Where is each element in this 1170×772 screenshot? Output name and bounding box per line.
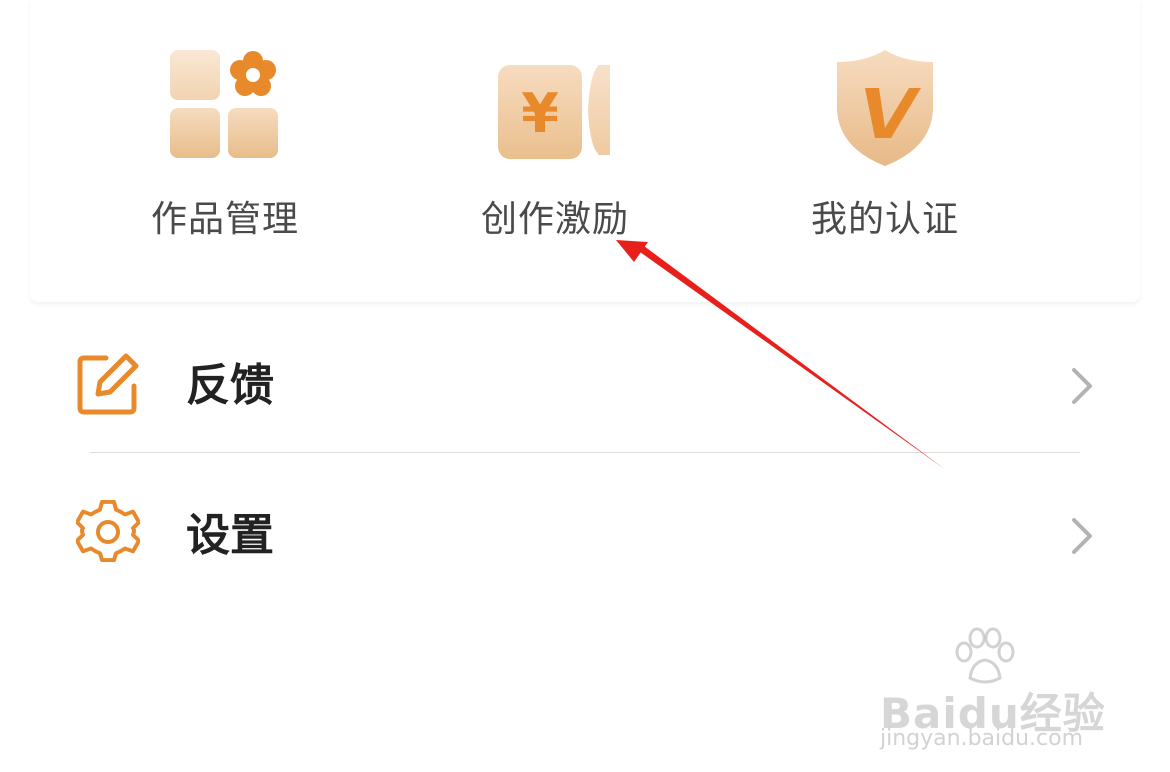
app-screen: 作品管理 ¥ 创作激励 我的认证 反馈 设置 Baidu经验 jingyan.b… — [0, 0, 1170, 772]
grid-item-creation-incentive[interactable]: ¥ 创作激励 — [435, 30, 675, 250]
watermark-url: jingyan.baidu.com — [880, 726, 1084, 751]
grid-item-works-management[interactable]: 作品管理 — [105, 30, 345, 250]
gear-icon — [76, 500, 140, 563]
grid-item-label: 我的认证 — [810, 199, 959, 240]
grid-item-label: 作品管理 — [150, 199, 299, 240]
paw-icon — [955, 627, 1015, 684]
svg-text:¥: ¥ — [521, 82, 559, 145]
grid-item-label: 创作激励 — [480, 199, 629, 240]
chevron-right-icon — [1072, 518, 1092, 554]
baidu-watermark: Baidu经验 jingyan.baidu.com — [880, 626, 1110, 751]
list-item-feedback[interactable]: 反馈 — [30, 306, 1140, 456]
works-grid-icon — [170, 50, 278, 158]
grid-item-my-certification[interactable]: 我的认证 — [765, 30, 1005, 250]
list-item-settings[interactable]: 设置 — [30, 456, 1140, 606]
watermark-logo: Baidu经验 — [880, 689, 1106, 738]
list-divider — [90, 452, 1080, 453]
list-item-label: 设置 — [186, 510, 274, 561]
chevron-right-icon — [1072, 368, 1092, 404]
verified-shield-icon — [837, 50, 933, 166]
edit-icon — [77, 353, 139, 415]
yuan-coin-icon: ¥ — [498, 65, 610, 159]
creator-tools-card: 作品管理 ¥ 创作激励 我的认证 — [30, 0, 1140, 302]
list-item-label: 反馈 — [186, 360, 274, 411]
